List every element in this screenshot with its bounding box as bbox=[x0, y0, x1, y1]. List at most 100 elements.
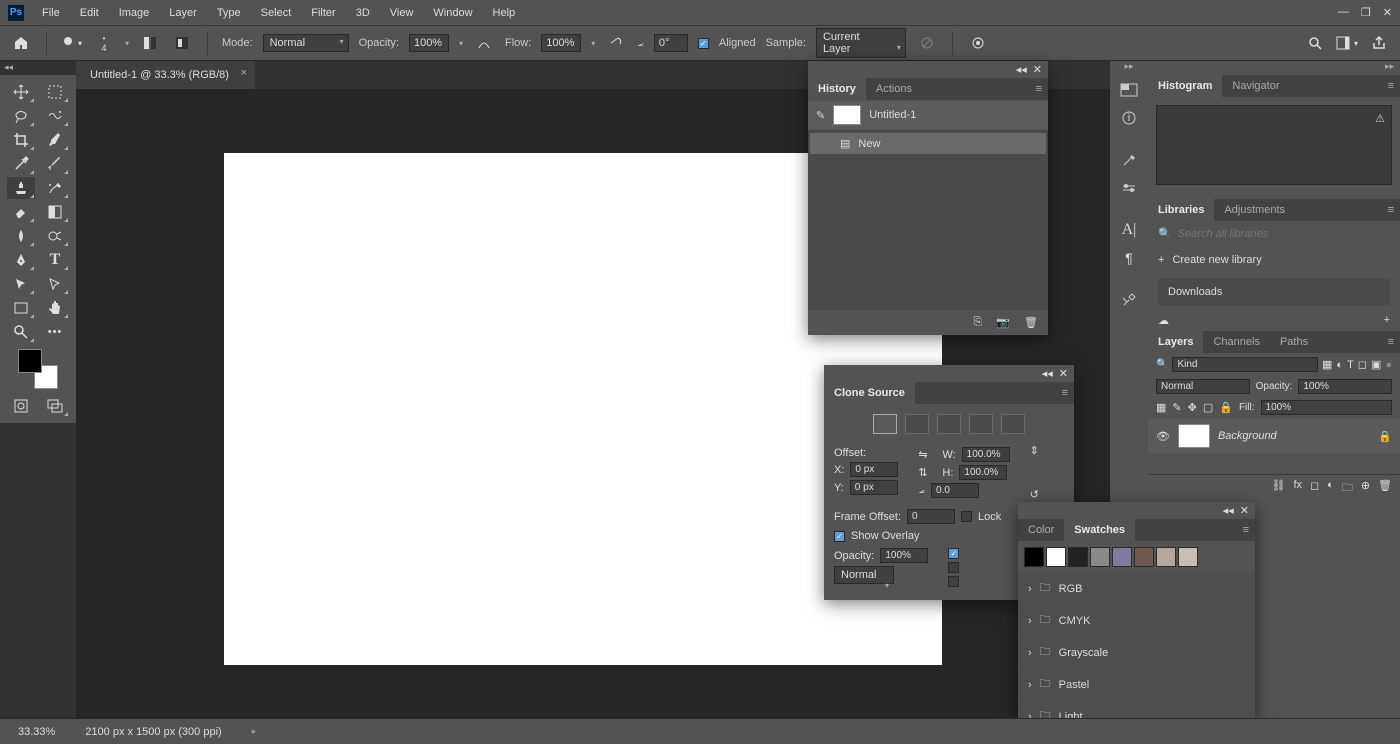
tab-histogram[interactable]: Histogram bbox=[1148, 75, 1222, 97]
filter-pixel-icon[interactable]: ▦ bbox=[1322, 358, 1332, 371]
sample-dropdown[interactable]: Current Layer bbox=[816, 28, 906, 58]
workspace-switcher-icon[interactable]: ▾ bbox=[1336, 32, 1358, 54]
zoom-tool[interactable] bbox=[7, 321, 35, 343]
tab-libraries[interactable]: Libraries bbox=[1148, 199, 1214, 221]
scale-h-input[interactable] bbox=[959, 465, 1007, 480]
eraser-tool[interactable] bbox=[7, 201, 35, 223]
layer-style-icon[interactable]: fx bbox=[1293, 479, 1302, 498]
color-swatches[interactable] bbox=[18, 349, 58, 389]
lock-position-icon[interactable]: ✥ bbox=[1188, 401, 1197, 414]
edit-toolbar-icon[interactable]: ••• bbox=[41, 321, 69, 343]
reset-transform-icon[interactable]: ↺ bbox=[1030, 488, 1039, 501]
document-dimensions[interactable]: 2100 px x 1500 px (300 ppi) bbox=[85, 726, 221, 738]
direct-select-tool[interactable] bbox=[41, 273, 69, 295]
screen-mode-icon[interactable] bbox=[41, 395, 69, 417]
panel-close-icon[interactable]: ✕ bbox=[1033, 63, 1042, 76]
home-icon[interactable] bbox=[10, 32, 32, 54]
swatch[interactable] bbox=[1178, 547, 1198, 567]
right-panels-collapse-icon[interactable]: ▸▸ bbox=[1148, 61, 1400, 75]
lock-icon[interactable]: 🔒 bbox=[1378, 430, 1392, 443]
brush-size-picker[interactable]: •4 bbox=[93, 32, 115, 54]
tab-navigator[interactable]: Navigator bbox=[1222, 75, 1289, 97]
adjustment-layer-icon[interactable]: ◐ bbox=[1327, 479, 1334, 498]
auto-hide-checkbox[interactable] bbox=[948, 562, 959, 573]
filter-kind-dropdown[interactable]: Kind bbox=[1172, 357, 1318, 372]
dodge-tool[interactable] bbox=[41, 225, 69, 247]
pressure-opacity-icon[interactable] bbox=[473, 32, 495, 54]
panel-close-icon[interactable]: ✕ bbox=[1240, 504, 1249, 517]
lock-pixels-icon[interactable]: ✎ bbox=[1172, 401, 1181, 414]
tab-actions[interactable]: Actions bbox=[866, 78, 922, 100]
panel-menu-icon[interactable]: ≡ bbox=[1237, 524, 1255, 536]
path-select-tool[interactable] bbox=[7, 273, 35, 295]
group-icon[interactable]: 🗀 bbox=[1342, 479, 1353, 498]
search-icon[interactable] bbox=[1304, 32, 1326, 54]
clone-source-2[interactable] bbox=[905, 414, 929, 434]
tab-paths[interactable]: Paths bbox=[1270, 331, 1318, 353]
frame-offset-input[interactable] bbox=[907, 509, 955, 524]
ignore-adjustment-icon[interactable] bbox=[916, 32, 938, 54]
swatch[interactable] bbox=[1156, 547, 1176, 567]
flip-v-icon[interactable]: ⇅ bbox=[918, 466, 927, 479]
offset-y-input[interactable] bbox=[850, 480, 898, 495]
brush-settings-icon[interactable] bbox=[171, 32, 193, 54]
new-layer-icon[interactable]: ⊕ bbox=[1361, 479, 1370, 498]
delete-layer-icon[interactable]: 🗑 bbox=[1378, 479, 1392, 498]
flow-dropdown-icon[interactable]: ▾ bbox=[591, 39, 595, 48]
library-item-downloads[interactable]: Downloads bbox=[1158, 278, 1390, 306]
menu-type[interactable]: Type bbox=[207, 3, 251, 23]
fill-input[interactable]: 100% bbox=[1261, 400, 1392, 415]
clone-source-4[interactable] bbox=[969, 414, 993, 434]
offset-x-input[interactable] bbox=[850, 462, 898, 477]
link-wh-icon[interactable]: ⇕ bbox=[1030, 444, 1039, 457]
character-panel-icon[interactable]: A| bbox=[1114, 217, 1144, 243]
rectangle-tool[interactable] bbox=[7, 297, 35, 319]
rotate-input[interactable] bbox=[931, 483, 979, 498]
angle-input[interactable]: 0° bbox=[654, 34, 688, 52]
menu-filter[interactable]: Filter bbox=[301, 3, 345, 23]
warning-icon[interactable]: ⚠ bbox=[1375, 112, 1385, 125]
brush-settings-panel-icon[interactable] bbox=[1114, 175, 1144, 201]
blur-tool[interactable] bbox=[7, 225, 35, 247]
gradient-tool[interactable] bbox=[41, 201, 69, 223]
cloud-icon[interactable]: ☁ bbox=[1158, 314, 1169, 327]
menu-3d[interactable]: 3D bbox=[346, 3, 380, 23]
swatch[interactable] bbox=[1112, 547, 1132, 567]
panel-menu-icon[interactable]: ≡ bbox=[1030, 83, 1048, 95]
history-brush-tool[interactable] bbox=[41, 177, 69, 199]
tab-swatches[interactable]: Swatches bbox=[1064, 519, 1135, 541]
swatch-folder[interactable]: ›🗀Grayscale bbox=[1018, 637, 1255, 669]
pen-tool[interactable] bbox=[7, 249, 35, 271]
invert-checkbox[interactable] bbox=[948, 576, 959, 587]
quick-select-tool[interactable] bbox=[41, 105, 69, 127]
snapshot-icon[interactable]: 📷 bbox=[996, 316, 1010, 329]
overlay-opacity-input[interactable] bbox=[880, 548, 928, 563]
window-close-icon[interactable]: ✕ bbox=[1383, 6, 1392, 19]
filter-toggle-icon[interactable]: ● bbox=[1385, 359, 1392, 371]
opacity-dropdown-icon[interactable]: ▾ bbox=[459, 39, 463, 48]
lock-all-icon[interactable]: 🔒 bbox=[1219, 401, 1233, 414]
tab-history[interactable]: History bbox=[808, 78, 866, 100]
toolbox-collapse-icon[interactable]: ◂◂ bbox=[4, 62, 13, 73]
show-overlay-checkbox[interactable]: ✓ bbox=[834, 531, 845, 542]
healing-brush-tool[interactable] bbox=[7, 153, 35, 175]
lock-frame-checkbox[interactable] bbox=[961, 511, 972, 522]
filter-adjust-icon[interactable]: ◐ bbox=[1336, 359, 1343, 371]
menu-layer[interactable]: Layer bbox=[159, 3, 207, 23]
crop-tool[interactable] bbox=[7, 129, 35, 151]
document-tab[interactable]: Untitled-1 @ 33.3% (RGB/8) × bbox=[76, 61, 255, 89]
panel-menu-icon[interactable]: ≡ bbox=[1056, 387, 1074, 399]
menu-help[interactable]: Help bbox=[483, 3, 526, 23]
clone-stamp-tool[interactable] bbox=[7, 177, 35, 199]
swatch[interactable] bbox=[1068, 547, 1088, 567]
delete-state-icon[interactable]: 🗑 bbox=[1024, 316, 1038, 329]
scale-w-input[interactable] bbox=[962, 447, 1010, 462]
overlay-mode-dropdown[interactable]: Normal bbox=[834, 566, 894, 584]
layer-mask-icon[interactable]: ◻ bbox=[1310, 479, 1319, 498]
menu-window[interactable]: Window bbox=[423, 3, 482, 23]
filter-type-icon[interactable]: T bbox=[1347, 359, 1354, 371]
close-icon[interactable]: × bbox=[241, 67, 247, 79]
marquee-tool[interactable] bbox=[41, 81, 69, 103]
history-state[interactable]: ▤ New bbox=[810, 133, 1046, 154]
clone-source-5[interactable] bbox=[1001, 414, 1025, 434]
